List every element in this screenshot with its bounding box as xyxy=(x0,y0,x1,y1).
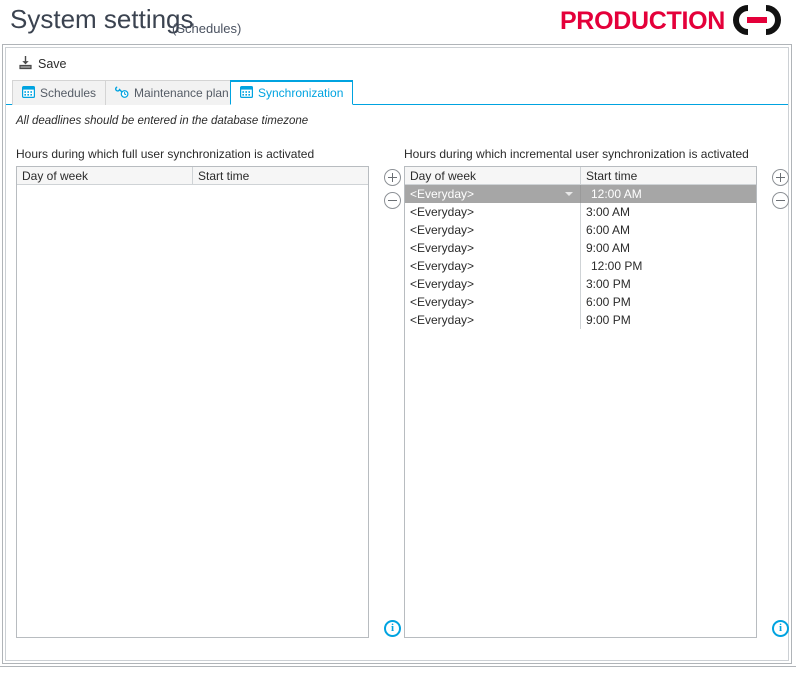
tab-maintenance-plan-label: Maintenance plan xyxy=(134,86,229,100)
save-button[interactable]: Save xyxy=(14,52,71,76)
save-icon xyxy=(18,55,33,74)
toolbar: Save xyxy=(6,48,788,80)
full-sync-table-header: Day of week Start time xyxy=(17,167,368,185)
incremental-sync-add-row-button[interactable] xyxy=(772,169,789,186)
table-row[interactable]: <Everyday> 6:00 PM xyxy=(405,293,756,311)
cell-day-of-week[interactable]: <Everyday> xyxy=(405,203,581,221)
table-row[interactable]: <Everyday> 9:00 PM xyxy=(405,311,756,329)
column-header-day-of-week[interactable]: Day of week xyxy=(405,167,581,184)
window-inner-frame: Save Schedules Maintenance plan Synchron… xyxy=(5,47,789,661)
page-subtitle: (Schedules) xyxy=(172,21,242,36)
table-row[interactable]: <Everyday> 12:00 AM xyxy=(405,185,756,203)
tab-schedules[interactable]: Schedules xyxy=(12,80,107,105)
save-button-label: Save xyxy=(38,57,67,71)
cell-start-time[interactable]: 6:00 AM xyxy=(581,221,756,239)
cell-start-time[interactable]: 3:00 AM xyxy=(581,203,756,221)
calendar-icon xyxy=(22,85,36,101)
incremental-sync-table-header: Day of week Start time xyxy=(405,167,756,185)
cell-day-of-week[interactable]: <Everyday> xyxy=(405,311,581,329)
wrench-clock-icon xyxy=(115,85,129,101)
tab-strip: Schedules Maintenance plan Synchronizati… xyxy=(6,80,788,105)
cell-day-of-week[interactable]: <Everyday> xyxy=(405,239,581,257)
cell-day-of-week[interactable]: <Everyday> xyxy=(405,275,581,293)
incremental-sync-table[interactable]: Day of week Start time <Everyday> 12:00 A… xyxy=(404,166,757,638)
brand-logo: PRODUCTION xyxy=(560,4,788,38)
cell-start-time[interactable]: 9:00 PM xyxy=(581,311,756,329)
title-bar: System settings (Schedules) PRODUCTION xyxy=(0,0,796,44)
chevron-down-icon[interactable] xyxy=(565,192,573,196)
cell-day-of-week[interactable]: <Everyday> xyxy=(405,257,581,275)
incremental-sync-table-body: <Everyday> 12:00 AM <Everyday> 3:00 AM <Ever… xyxy=(405,185,756,329)
table-row[interactable]: <Everyday> 3:00 AM xyxy=(405,203,756,221)
table-row[interactable]: <Everyday> 3:00 PM xyxy=(405,275,756,293)
cell-start-time[interactable]: 12:00 PM xyxy=(581,257,756,275)
column-header-start-time[interactable]: Start time xyxy=(193,167,368,184)
cell-day-of-week[interactable]: <Everyday> xyxy=(405,221,581,239)
chain-link-icon xyxy=(726,4,788,39)
full-sync-info-icon[interactable]: i xyxy=(384,620,401,637)
main-window: Save Schedules Maintenance plan Synchron… xyxy=(2,44,792,664)
panel-full-sync-caption: Hours during which full user synchroniza… xyxy=(16,147,315,161)
brand-wordmark: PRODUCTION xyxy=(559,6,725,35)
cell-day-of-week[interactable]: <Everyday> xyxy=(405,293,581,311)
tab-synchronization[interactable]: Synchronization xyxy=(230,80,354,105)
full-sync-table[interactable]: Day of week Start time xyxy=(16,166,369,638)
incremental-sync-info-icon[interactable]: i xyxy=(772,620,789,637)
timezone-note: All deadlines should be entered in the d… xyxy=(16,115,309,127)
cell-day-of-week[interactable]: <Everyday> xyxy=(405,185,581,203)
tab-synchronization-label: Synchronization xyxy=(258,86,344,100)
cell-start-time[interactable]: 6:00 PM xyxy=(581,293,756,311)
column-header-start-time[interactable]: Start time xyxy=(581,167,756,184)
calendar-sync-icon xyxy=(240,85,254,101)
content-pane: All deadlines should be entered in the d… xyxy=(6,105,789,660)
tab-schedules-label: Schedules xyxy=(40,86,97,100)
column-header-day-of-week[interactable]: Day of week xyxy=(17,167,193,184)
table-row[interactable]: <Everyday> 6:00 AM xyxy=(405,221,756,239)
cell-start-time[interactable]: 9:00 AM xyxy=(581,239,756,257)
page-title: System settings xyxy=(10,4,194,34)
table-row[interactable]: <Everyday> 9:00 AM xyxy=(405,239,756,257)
panel-incremental-sync-caption: Hours during which incremental user sync… xyxy=(404,147,749,161)
full-sync-add-row-button[interactable] xyxy=(384,169,401,186)
cell-start-time[interactable]: 3:00 PM xyxy=(581,275,756,293)
tab-maintenance-plan[interactable]: Maintenance plan xyxy=(105,80,239,105)
cell-start-time[interactable]: 12:00 AM xyxy=(581,185,756,203)
full-sync-remove-row-button[interactable] xyxy=(384,192,401,209)
table-row[interactable]: <Everyday> 12:00 PM xyxy=(405,257,756,275)
incremental-sync-remove-row-button[interactable] xyxy=(772,192,789,209)
